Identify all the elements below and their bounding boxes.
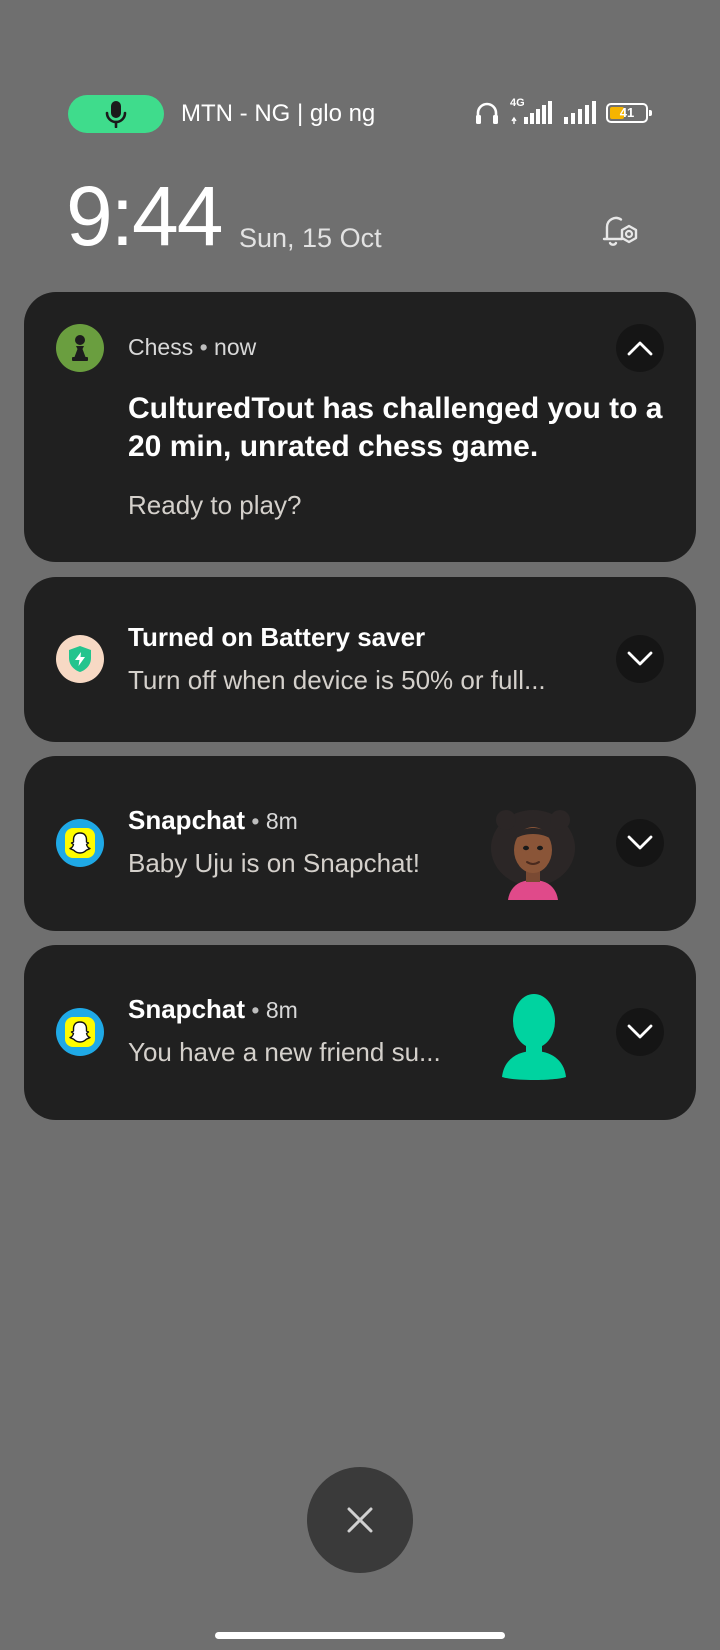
- snapchat-ghost-icon: [63, 1015, 97, 1049]
- carrier-name: MTN - NG | glo ng: [181, 100, 376, 127]
- notification-settings-button[interactable]: [596, 206, 644, 254]
- date: Sun, 15 Oct: [239, 223, 382, 253]
- bitmoji-avatar: [486, 806, 580, 900]
- notification-body: Baby Uju is on Snapchat!: [128, 848, 420, 878]
- expand-button[interactable]: [616, 819, 664, 867]
- notification-time: now: [214, 334, 257, 360]
- expand-button[interactable]: [616, 635, 664, 683]
- snapchat-app-icon: [56, 1008, 104, 1056]
- clear-all-button[interactable]: [307, 1467, 413, 1573]
- app-name: Snapchat: [128, 994, 246, 1024]
- home-indicator[interactable]: [215, 1632, 505, 1639]
- headphones-icon: [474, 100, 500, 126]
- notification-body: Turn off when device is 50% or full...: [128, 665, 546, 695]
- chess-app-icon: [56, 324, 104, 372]
- signal-4g-icon: 4G: [510, 97, 554, 125]
- notification-body: You have a new friend su...: [128, 1037, 441, 1067]
- collapse-button[interactable]: [616, 324, 664, 372]
- notification-chess[interactable]: Chess • now CulturedTout has challenged …: [24, 292, 696, 562]
- battery-tip: [649, 110, 652, 116]
- notification-snapchat-1[interactable]: Snapchat • 8m Baby Uju is on Snapchat!: [24, 756, 696, 931]
- snapchat-header: Snapchat • 8m: [128, 993, 298, 1026]
- chevron-up-icon: [627, 340, 653, 356]
- snapchat-header: Snapchat • 8m: [128, 804, 298, 837]
- bell-settings-icon: [598, 209, 642, 251]
- notification-battery-saver[interactable]: Turned on Battery saver Turn off when de…: [24, 577, 696, 742]
- notification-snapchat-2[interactable]: Snapchat • 8m You have a new friend su..…: [24, 945, 696, 1120]
- app-name: Snapchat: [128, 805, 246, 835]
- snapchat-ghost-icon: [63, 826, 97, 860]
- signal-icon: [564, 101, 596, 125]
- battery-saver-icon: [67, 645, 93, 673]
- default-avatar: [498, 991, 570, 1081]
- notification-time: 8m: [265, 808, 298, 834]
- separator-dot: •: [245, 997, 266, 1023]
- microphone-indicator[interactable]: [68, 95, 164, 133]
- battery-icon: 41: [606, 103, 652, 123]
- battery-saver-app-icon: [56, 635, 104, 683]
- notification-time: 8m: [265, 997, 298, 1023]
- notification-body: Ready to play?: [128, 490, 302, 520]
- battery-level: 41: [619, 105, 635, 120]
- network-type-label: 4G: [510, 97, 525, 109]
- chevron-down-icon: [627, 1024, 653, 1040]
- close-icon: [345, 1505, 375, 1535]
- chevron-down-icon: [627, 651, 653, 667]
- chess-header: Chess • now: [128, 332, 256, 362]
- chevron-down-icon: [627, 835, 653, 851]
- notification-title: Turned on Battery saver: [128, 622, 426, 652]
- microphone-icon: [105, 100, 127, 128]
- separator-dot: •: [245, 808, 266, 834]
- expand-button[interactable]: [616, 1008, 664, 1056]
- snapchat-app-icon: [56, 819, 104, 867]
- notification-title: CulturedTout has challenged you to a 20 …: [128, 392, 663, 463]
- chess-pawn-icon: [68, 333, 92, 363]
- status-icons: 4G 41: [474, 97, 652, 128]
- clock: 9:44: [66, 169, 223, 263]
- separator-dot: •: [199, 334, 215, 360]
- app-name: Chess: [128, 334, 194, 360]
